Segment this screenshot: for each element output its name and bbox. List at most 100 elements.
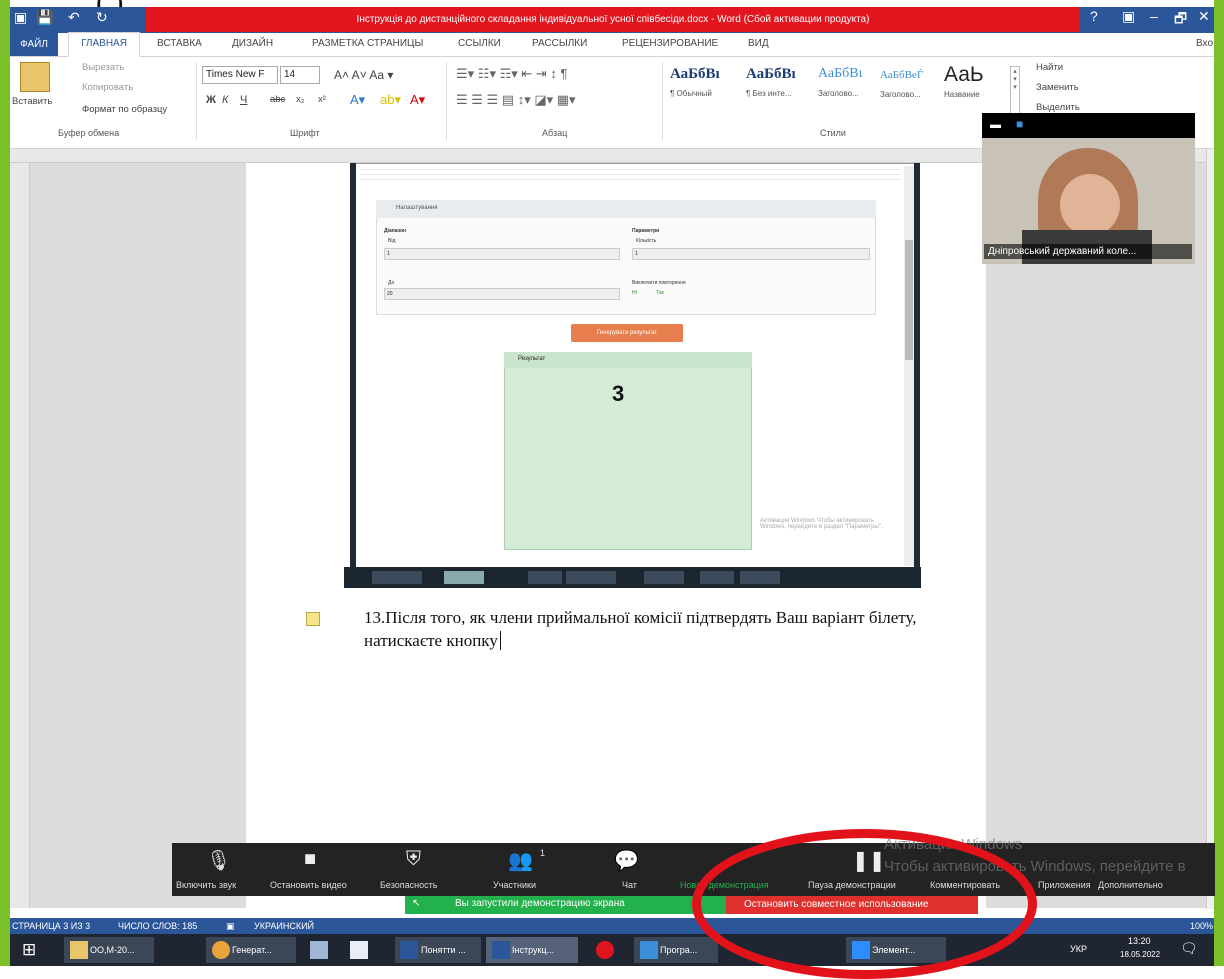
- font-name-input[interactable]: Times New F: [202, 66, 278, 84]
- save-icon[interactable]: 💾: [36, 9, 53, 26]
- status-bar: СТРАНИЦА 3 ИЗ 3 ЧИСЛО СЛОВ: 185 ▣ УКРАИН…: [10, 918, 1214, 934]
- apps-button[interactable]: Приложения: [1038, 880, 1091, 890]
- more-button[interactable]: Дополнительно: [1098, 880, 1163, 890]
- account-label[interactable]: Вхо: [1196, 38, 1213, 49]
- undo-icon[interactable]: ↶: [68, 9, 80, 26]
- close-icon[interactable]: ✕: [1198, 8, 1210, 25]
- word-count[interactable]: ЧИСЛО СЛОВ: 185: [118, 921, 197, 931]
- italic-button[interactable]: К: [222, 94, 228, 106]
- participants-count: 1: [540, 848, 546, 858]
- subscript-button[interactable]: x₂: [296, 94, 304, 105]
- document-paragraph[interactable]: 13.Після того, як члени приймальної комі…: [364, 606, 964, 652]
- comment-icon[interactable]: [306, 612, 320, 626]
- underline-button[interactable]: Ч: [240, 94, 247, 106]
- embedded-task-item: [740, 571, 780, 584]
- share-notice-text: Вы запустили демонстрацию экрана: [455, 898, 625, 909]
- stop-video-button[interactable]: Остановить видео: [270, 880, 347, 890]
- text-effects-icon[interactable]: A▾: [350, 92, 365, 108]
- minimize-video-icon[interactable]: ▬: [990, 119, 1001, 131]
- tab-file[interactable]: ФАЙЛ: [10, 33, 58, 56]
- font-size-input[interactable]: 14: [280, 66, 320, 84]
- start-icon[interactable]: ⊞: [22, 940, 36, 960]
- style-title[interactable]: АаЬ Название: [944, 63, 1006, 116]
- language-label[interactable]: УКРАИНСКИЙ: [254, 921, 314, 931]
- count-input: 1: [632, 248, 870, 260]
- repeat-label: Виключити повторення: [632, 280, 686, 286]
- notifications-icon[interactable]: 🗨: [1180, 940, 1198, 957]
- range-label: Діапазон: [384, 228, 407, 234]
- opera-icon[interactable]: [596, 941, 614, 959]
- strikethrough-button[interactable]: abc: [270, 94, 285, 105]
- tab-review[interactable]: РЕЦЕНЗИРОВАНИЕ: [622, 38, 718, 49]
- divider: [662, 62, 663, 140]
- highlight-icon[interactable]: ab▾: [380, 92, 401, 108]
- camera-icon[interactable]: ■: [1016, 117, 1023, 131]
- participant-name: Дніпровський державний коле...: [984, 244, 1192, 259]
- video-icon[interactable]: ■: [304, 848, 316, 871]
- tab-design[interactable]: ДИЗАЙН: [232, 38, 273, 49]
- restore-icon[interactable]: 🗗: [1174, 8, 1187, 32]
- word-icon: [400, 941, 418, 959]
- params-label: Параметри: [632, 228, 660, 234]
- word-logo-icon: ▣: [14, 9, 28, 25]
- divider: [446, 62, 447, 140]
- clock-date[interactable]: 18.05.2022: [1120, 950, 1160, 959]
- to-input: 20: [384, 288, 620, 300]
- tab-layout[interactable]: РАЗМЕТКА СТРАНИЦЫ: [312, 38, 423, 49]
- ribbon-display-icon[interactable]: ▣: [1122, 8, 1135, 25]
- tab-mailings[interactable]: РАССЫЛКИ: [532, 38, 587, 49]
- paragraph-line-1: 13.Після того, як члени приймальної комі…: [364, 608, 917, 627]
- tab-insert[interactable]: ВСТАВКА: [157, 38, 202, 49]
- help-icon[interactable]: ?: [1090, 8, 1098, 24]
- vertical-scrollbar[interactable]: [1206, 149, 1214, 909]
- result-value: 3: [612, 381, 625, 406]
- keyboard-language[interactable]: УКР: [1070, 944, 1087, 954]
- bold-button[interactable]: Ж: [206, 94, 216, 106]
- embedded-text-lines: [360, 165, 900, 181]
- format-painter-button[interactable]: Формат по образцу: [82, 104, 167, 115]
- tab-home[interactable]: ГЛАВНАЯ: [68, 32, 140, 57]
- cut-button[interactable]: Вырезать: [82, 62, 124, 73]
- embedded-task-item: [444, 571, 484, 584]
- embedded-activation-watermark: Активация Windows Чтобы активировать Win…: [760, 518, 883, 530]
- minimize-icon[interactable]: –: [1150, 8, 1158, 24]
- grow-font-icon[interactable]: A˄ A˅ Aa ▾: [334, 68, 393, 82]
- align-icon[interactable]: ☰ ☰ ☰ ▤ ↕▾ ◪▾ ▦▾: [456, 92, 576, 108]
- security-button[interactable]: Безопасность: [380, 880, 437, 890]
- find-button[interactable]: Найти: [1036, 62, 1063, 73]
- superscript-button[interactable]: x²: [318, 94, 326, 105]
- text-cursor: ​: [499, 631, 501, 650]
- file-icon[interactable]: [350, 941, 368, 959]
- font-group-label: Шрифт: [290, 128, 320, 138]
- paste-icon[interactable]: [20, 62, 50, 92]
- security-icon[interactable]: ⛨: [406, 848, 421, 871]
- vertical-ruler[interactable]: [10, 163, 30, 908]
- muted-mic-icon[interactable]: 🎙: [206, 848, 231, 873]
- participants-icon[interactable]: 👥: [508, 848, 533, 873]
- repeat-option-no: Ні: [632, 290, 637, 296]
- participants-button[interactable]: Участники: [493, 880, 536, 890]
- video-header[interactable]: [982, 113, 1195, 138]
- replace-button[interactable]: Заменить: [1036, 82, 1079, 93]
- select-button[interactable]: Выделить: [1036, 102, 1080, 113]
- chat-button[interactable]: Чат: [622, 880, 637, 890]
- clock-time[interactable]: 13:20: [1128, 936, 1151, 946]
- embedded-task-item: [528, 571, 562, 584]
- styles-scroll-icon[interactable]: ▴ ▾ ▾: [1010, 66, 1020, 116]
- proofing-icon[interactable]: ▣: [226, 921, 235, 932]
- tab-references[interactable]: ССЫЛКИ: [458, 38, 501, 49]
- page-count[interactable]: СТРАНИЦА 3 ИЗ 3: [12, 921, 90, 931]
- unmute-button[interactable]: Включить звук: [176, 880, 236, 890]
- paste-button[interactable]: Вставить: [12, 96, 52, 107]
- bullets-icon[interactable]: ☰▾ ☷▾ ☶▾ ⇤ ⇥ ↕ ¶: [456, 66, 567, 82]
- file-icon[interactable]: [310, 941, 328, 959]
- font-color-icon[interactable]: A▾: [410, 92, 425, 108]
- zoom-level[interactable]: 100%: [1190, 921, 1213, 931]
- style-no-spacing[interactable]: АаБбВı ¶ Без инте...: [746, 66, 822, 116]
- tab-view[interactable]: ВИД: [748, 38, 769, 49]
- chat-icon[interactable]: 💬: [614, 848, 639, 873]
- redo-icon[interactable]: ↻: [96, 9, 108, 26]
- style-normal[interactable]: АаБбВı ¶ Обычный: [670, 66, 746, 116]
- copy-button[interactable]: Копировать: [82, 82, 133, 93]
- word-icon: [492, 941, 510, 959]
